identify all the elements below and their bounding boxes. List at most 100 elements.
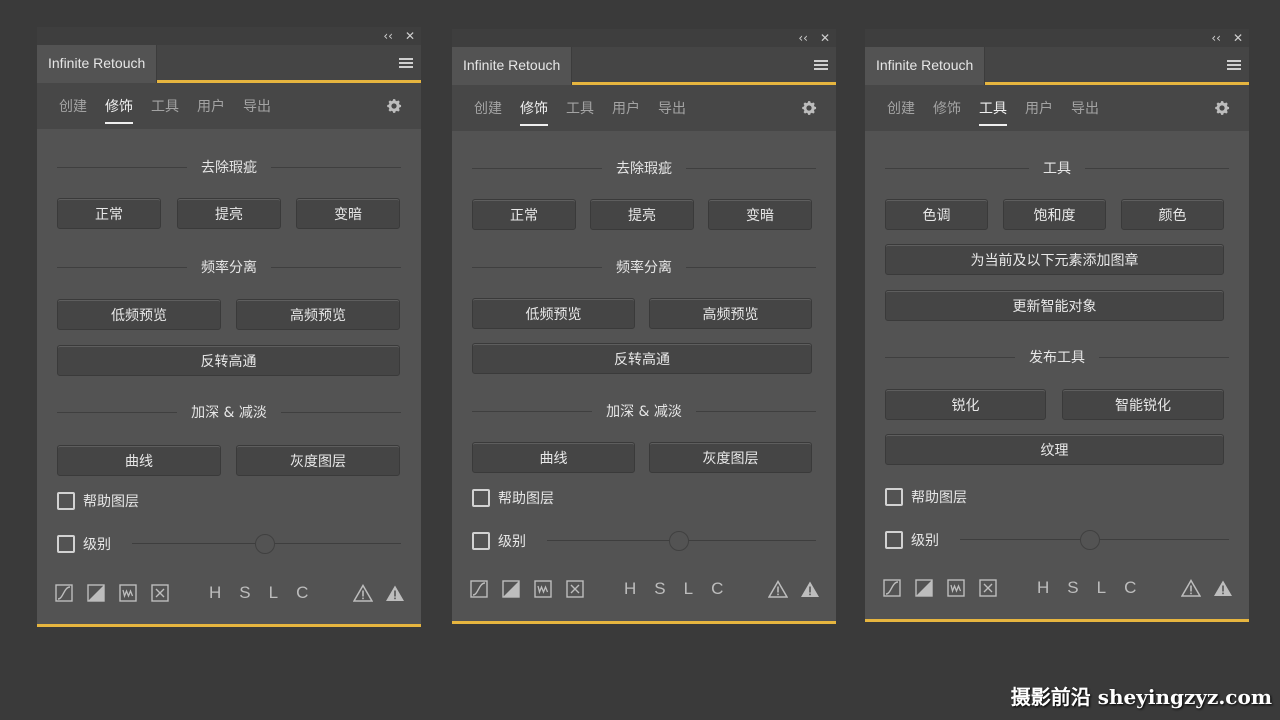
- x-box-icon[interactable]: [566, 580, 584, 598]
- brighten-button[interactable]: 提亮: [590, 199, 694, 230]
- l-button[interactable]: L: [1097, 578, 1106, 598]
- darken-button[interactable]: 变暗: [708, 199, 812, 230]
- tab-tools[interactable]: 工具: [151, 92, 179, 120]
- tab-export[interactable]: 导出: [1071, 94, 1099, 122]
- normal-button[interactable]: 正常: [57, 198, 161, 229]
- tab-retouch[interactable]: 修饰: [933, 94, 961, 122]
- tab-retouch[interactable]: 修饰: [520, 94, 548, 126]
- brighten-button[interactable]: 提亮: [177, 198, 281, 229]
- hue-button[interactable]: 色调: [885, 199, 988, 230]
- tab-tools[interactable]: 工具: [979, 94, 1007, 126]
- collapse-icon[interactable]: ‹‹: [798, 29, 808, 47]
- curves-button[interactable]: 曲线: [57, 445, 221, 476]
- gray-layer-button[interactable]: 灰度图层: [649, 442, 812, 473]
- tab-create[interactable]: 创建: [887, 94, 915, 122]
- x-box-icon[interactable]: [151, 584, 169, 602]
- help-layer-row: 帮助图层: [885, 487, 1229, 507]
- contrast-icon[interactable]: [502, 580, 520, 598]
- normal-button[interactable]: 正常: [472, 199, 576, 230]
- hamburger-menu-icon[interactable]: [399, 58, 413, 69]
- invert-highpass-button[interactable]: 反转高通: [57, 345, 400, 376]
- warning-outline-icon[interactable]: [768, 580, 788, 598]
- tab-export[interactable]: 导出: [243, 92, 271, 120]
- saturation-button[interactable]: 饱和度: [1003, 199, 1106, 230]
- contrast-icon[interactable]: [87, 584, 105, 602]
- contrast-icon[interactable]: [915, 579, 933, 597]
- smart-sharpen-button[interactable]: 智能锐化: [1062, 389, 1224, 420]
- low-freq-preview-button[interactable]: 低频预览: [472, 298, 635, 329]
- low-freq-preview-button[interactable]: 低频预览: [57, 299, 221, 330]
- l-button[interactable]: L: [684, 579, 693, 599]
- panel-title-tab[interactable]: Infinite Retouch: [452, 47, 573, 85]
- tab-create[interactable]: 创建: [474, 94, 502, 122]
- curve-icon[interactable]: [883, 579, 901, 597]
- level-slider[interactable]: [547, 531, 816, 551]
- warning-outline-icon[interactable]: [1181, 579, 1201, 597]
- h-button[interactable]: H: [209, 583, 221, 603]
- warning-solid-icon[interactable]: [385, 584, 405, 602]
- c-button[interactable]: C: [1124, 578, 1136, 598]
- curve-icon[interactable]: [470, 580, 488, 598]
- update-smart-object-button[interactable]: 更新智能对象: [885, 290, 1224, 321]
- high-freq-preview-button[interactable]: 高频预览: [236, 299, 400, 330]
- panel-title-tab[interactable]: Infinite Retouch: [37, 45, 158, 83]
- warning-solid-icon[interactable]: [1213, 579, 1233, 597]
- h-button[interactable]: H: [624, 579, 636, 599]
- x-box-icon[interactable]: [979, 579, 997, 597]
- l-button[interactable]: L: [269, 583, 278, 603]
- main-tabs: 创建 修饰 工具 用户 导出: [452, 85, 836, 131]
- collapse-icon[interactable]: ‹‹: [1211, 29, 1221, 47]
- gear-icon[interactable]: [1213, 99, 1231, 117]
- tab-retouch[interactable]: 修饰: [105, 92, 133, 124]
- gear-icon[interactable]: [385, 97, 403, 115]
- s-button[interactable]: S: [654, 579, 665, 599]
- gray-layer-button[interactable]: 灰度图层: [236, 445, 400, 476]
- warning-outline-icon[interactable]: [353, 584, 373, 602]
- color-button[interactable]: 颜色: [1121, 199, 1224, 230]
- c-button[interactable]: C: [296, 583, 308, 603]
- close-icon[interactable]: ✕: [1233, 29, 1243, 47]
- help-layer-checkbox[interactable]: [57, 492, 75, 510]
- texture-button[interactable]: 纹理: [885, 434, 1224, 465]
- wave-icon[interactable]: [947, 579, 965, 597]
- slider-knob[interactable]: [669, 531, 689, 551]
- warning-solid-icon[interactable]: [800, 580, 820, 598]
- wave-icon[interactable]: [534, 580, 552, 598]
- tab-user[interactable]: 用户: [197, 92, 225, 120]
- invert-highpass-button[interactable]: 反转高通: [472, 343, 812, 374]
- help-layer-checkbox[interactable]: [885, 488, 903, 506]
- slider-knob[interactable]: [1080, 530, 1100, 550]
- level-checkbox[interactable]: [57, 535, 75, 553]
- hamburger-menu-icon[interactable]: [814, 60, 828, 71]
- tab-create[interactable]: 创建: [59, 92, 87, 120]
- sharpen-button[interactable]: 锐化: [885, 389, 1046, 420]
- retouch-panel-2: ‹‹ ✕ Infinite Retouch 创建 修饰 工具 用户 导出 去除瑕…: [452, 29, 836, 624]
- hamburger-menu-icon[interactable]: [1227, 60, 1241, 71]
- darken-button[interactable]: 变暗: [296, 198, 400, 229]
- collapse-icon[interactable]: ‹‹: [383, 27, 393, 45]
- close-icon[interactable]: ✕: [820, 29, 830, 47]
- tab-user[interactable]: 用户: [612, 94, 640, 122]
- slider-knob[interactable]: [255, 534, 275, 554]
- main-tabs: 创建 修饰 工具 用户 导出: [865, 85, 1249, 131]
- level-slider[interactable]: [960, 530, 1229, 550]
- level-checkbox[interactable]: [472, 532, 490, 550]
- level-slider[interactable]: [132, 534, 401, 554]
- curves-button[interactable]: 曲线: [472, 442, 635, 473]
- high-freq-preview-button[interactable]: 高频预览: [649, 298, 812, 329]
- c-button[interactable]: C: [711, 579, 723, 599]
- s-button[interactable]: S: [239, 583, 250, 603]
- curve-icon[interactable]: [55, 584, 73, 602]
- wave-icon[interactable]: [119, 584, 137, 602]
- tab-tools[interactable]: 工具: [566, 94, 594, 122]
- level-checkbox[interactable]: [885, 531, 903, 549]
- panel-title-tab[interactable]: Infinite Retouch: [865, 47, 986, 85]
- tab-export[interactable]: 导出: [658, 94, 686, 122]
- help-layer-checkbox[interactable]: [472, 489, 490, 507]
- tab-user[interactable]: 用户: [1025, 94, 1053, 122]
- gear-icon[interactable]: [800, 99, 818, 117]
- s-button[interactable]: S: [1067, 578, 1078, 598]
- close-icon[interactable]: ✕: [405, 27, 415, 45]
- add-stamp-button[interactable]: 为当前及以下元素添加图章: [885, 244, 1224, 275]
- h-button[interactable]: H: [1037, 578, 1049, 598]
